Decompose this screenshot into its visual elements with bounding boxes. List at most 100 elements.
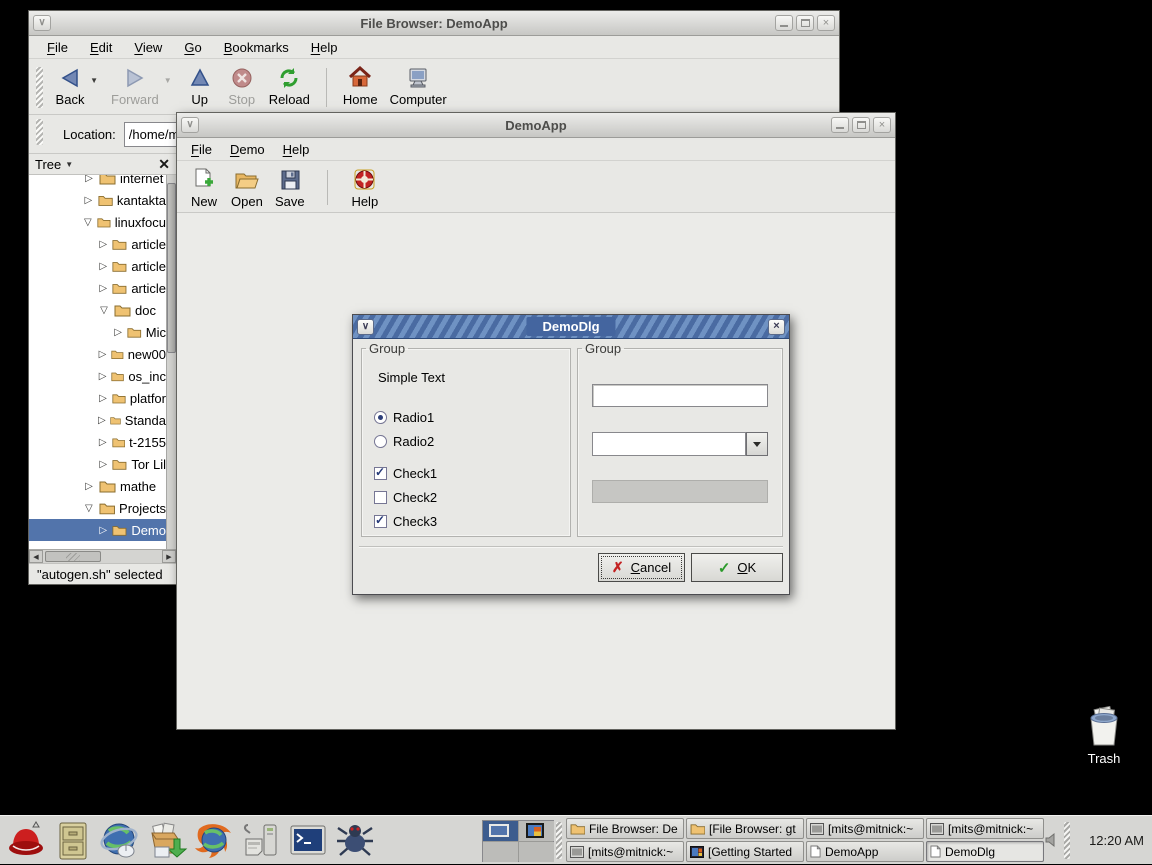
- tree-item[interactable]: ▷t-2155: [29, 431, 166, 453]
- maximize-button[interactable]: [796, 15, 814, 31]
- open-button[interactable]: Open: [225, 165, 269, 210]
- file-manager-icon[interactable]: [51, 819, 94, 862]
- expander-closed-icon[interactable]: ▷: [98, 261, 108, 272]
- tree-item[interactable]: ▷os_inc: [29, 365, 166, 387]
- tree-item[interactable]: ▷article: [29, 255, 166, 277]
- back-dropdown-icon[interactable]: ▼: [90, 76, 98, 85]
- checkbox-unchecked-icon[interactable]: [374, 491, 387, 504]
- expander-closed-icon[interactable]: ▷: [98, 437, 108, 448]
- printer-icon[interactable]: [239, 819, 282, 862]
- web-browser-icon[interactable]: [98, 819, 141, 862]
- expander-closed-icon[interactable]: ▷: [98, 239, 108, 250]
- package-manager-icon[interactable]: [145, 819, 188, 862]
- tree-item[interactable]: ▷new00: [29, 343, 166, 365]
- menu-go[interactable]: Go: [184, 40, 201, 55]
- checkbox-check3[interactable]: Check3: [374, 514, 437, 529]
- expander-closed-icon[interactable]: ▷: [98, 371, 107, 382]
- maximize-button[interactable]: [852, 117, 870, 133]
- expander-closed-icon[interactable]: ▷: [98, 283, 108, 294]
- window-button[interactable]: [File Browser: gt: [686, 818, 804, 839]
- clock-drag-handle[interactable]: [1064, 822, 1070, 859]
- workspace-2[interactable]: [519, 821, 554, 841]
- combobox[interactable]: [592, 432, 768, 456]
- window-button[interactable]: File Browser: De: [566, 818, 684, 839]
- expander-closed-icon[interactable]: ▷: [98, 349, 107, 360]
- forward-dropdown-icon[interactable]: ▼: [164, 76, 172, 85]
- side-pane-close-icon[interactable]: ✕: [158, 156, 170, 173]
- help-button[interactable]: Help: [344, 165, 386, 210]
- tree-item[interactable]: ▷article: [29, 277, 166, 299]
- expander-closed-icon[interactable]: ▷: [98, 459, 108, 470]
- location-drag-handle[interactable]: [36, 119, 43, 145]
- scrollbar-thumb[interactable]: [45, 551, 101, 562]
- up-button[interactable]: Up: [179, 63, 221, 108]
- expander-closed-icon[interactable]: ▷: [83, 481, 95, 492]
- menu-edit[interactable]: Edit: [90, 40, 112, 55]
- window-menu-icon[interactable]: ∨: [357, 319, 374, 335]
- checkbox-checked-icon[interactable]: [374, 515, 387, 528]
- minimize-button[interactable]: [775, 15, 793, 31]
- window-button[interactable]: [mits@mitnick:~: [926, 818, 1044, 839]
- tree-item[interactable]: ▷internet: [29, 175, 166, 189]
- tree-vertical-scrollbar[interactable]: [166, 175, 176, 549]
- home-button[interactable]: Home: [337, 63, 384, 108]
- minimize-button[interactable]: [831, 117, 849, 133]
- window-button[interactable]: DemoApp: [806, 841, 924, 862]
- forward-button[interactable]: ▼ Forward: [105, 63, 165, 108]
- tree-item[interactable]: ▷article: [29, 233, 166, 255]
- demodlg-titlebar[interactable]: ∨ DemoDlg ×: [353, 315, 789, 339]
- text-input[interactable]: [592, 384, 768, 407]
- workspace-4[interactable]: [519, 842, 554, 862]
- volume-icon[interactable]: [1044, 832, 1060, 848]
- tree-item[interactable]: ▷kantakta: [29, 189, 166, 211]
- menu-demo[interactable]: Demo: [230, 142, 265, 157]
- mozilla-browser-icon[interactable]: [192, 819, 235, 862]
- terminal-icon[interactable]: [286, 819, 329, 862]
- tree-horizontal-scrollbar[interactable]: ◀ ▶: [29, 549, 176, 563]
- scrollbar-thumb[interactable]: [167, 183, 176, 353]
- checkbox-check1[interactable]: Check1: [374, 466, 437, 481]
- workspace-1-active[interactable]: [483, 821, 518, 841]
- close-button[interactable]: ×: [817, 15, 835, 31]
- tree-item[interactable]: ▷platfor: [29, 387, 166, 409]
- expander-closed-icon[interactable]: ▷: [98, 415, 106, 426]
- scroll-left-icon[interactable]: ◀: [29, 550, 43, 563]
- checkbox-checked-icon[interactable]: [374, 467, 387, 480]
- menu-file[interactable]: File: [47, 40, 68, 55]
- combobox-dropdown-icon[interactable]: [746, 432, 768, 456]
- expander-open-icon[interactable]: ▽: [83, 503, 95, 514]
- workspace-3[interactable]: [483, 842, 518, 862]
- chevron-down-icon[interactable]: ▼: [65, 160, 73, 169]
- back-button[interactable]: ▼ Back: [49, 63, 91, 108]
- side-pane-header[interactable]: Tree ▼ ✕: [29, 154, 176, 175]
- expander-closed-icon[interactable]: ▷: [83, 175, 95, 184]
- window-menu-icon[interactable]: ∨: [33, 15, 51, 31]
- radio-radio2[interactable]: Radio2: [374, 434, 434, 449]
- close-button[interactable]: ×: [768, 319, 785, 335]
- menu-file[interactable]: File: [191, 142, 212, 157]
- combobox-field[interactable]: [592, 432, 746, 456]
- window-button[interactable]: [mits@mitnick:~: [566, 841, 684, 862]
- new-button[interactable]: New: [183, 165, 225, 210]
- scroll-right-icon[interactable]: ▶: [162, 550, 176, 563]
- window-menu-icon[interactable]: ∨: [181, 117, 199, 133]
- close-button[interactable]: ×: [873, 117, 891, 133]
- ok-button[interactable]: ✓ OK: [691, 553, 783, 582]
- toolbar-drag-handle[interactable]: [36, 67, 43, 108]
- menu-bookmarks[interactable]: Bookmarks: [224, 40, 289, 55]
- radio-selected-icon[interactable]: [374, 411, 387, 424]
- cancel-button[interactable]: ✗ Cancel: [598, 553, 685, 582]
- save-button[interactable]: Save: [269, 165, 311, 210]
- clock[interactable]: 12:20 AM: [1089, 816, 1144, 865]
- checkbox-check2[interactable]: Check2: [374, 490, 437, 505]
- demoapp-titlebar[interactable]: ∨ DemoApp ×: [177, 113, 895, 138]
- tree-item[interactable]: ▷Tor Lil: [29, 453, 166, 475]
- tree-item[interactable]: ▽doc: [29, 299, 166, 321]
- tasklist-drag-handle[interactable]: [556, 822, 562, 859]
- window-button-active[interactable]: DemoDlg: [926, 841, 1044, 862]
- menu-help[interactable]: Help: [283, 142, 310, 157]
- menu-view[interactable]: View: [134, 40, 162, 55]
- file-browser-titlebar[interactable]: ∨ File Browser: DemoApp ×: [29, 11, 839, 36]
- tree-item[interactable]: ▽linuxfocu: [29, 211, 166, 233]
- expander-closed-icon[interactable]: ▷: [98, 393, 108, 404]
